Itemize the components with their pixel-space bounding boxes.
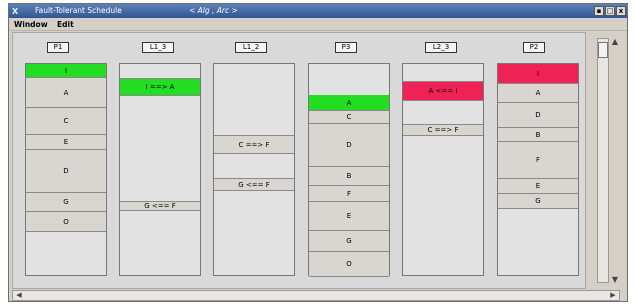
task-block-i[interactable]: I (498, 64, 578, 84)
column-label-l1-2: L1_2 (235, 42, 267, 53)
task-block-f[interactable]: F (498, 142, 578, 179)
scroll-down-icon[interactable]: ▼ (610, 274, 620, 286)
x-logo-icon: X (12, 7, 18, 16)
schedule-window: X Fault-Tolerant Schedule < Alg , Arc > … (8, 3, 628, 302)
task-block-e[interactable]: E (498, 179, 578, 194)
task-block-d[interactable]: D (309, 124, 389, 167)
task-block-c[interactable]: C (309, 111, 389, 124)
schedule-column-p3: A C D B F E G O (308, 63, 390, 277)
schedule-column-l2-3: A <== I C ==> F (402, 63, 484, 276)
comm-block-i-to-a[interactable]: I ==> A (120, 78, 200, 96)
horizontal-scrollbar[interactable]: ◀ ▶ (12, 290, 620, 301)
title-bar[interactable]: X Fault-Tolerant Schedule < Alg , Arc > … (9, 4, 627, 18)
scroll-up-icon[interactable]: ▲ (610, 36, 620, 48)
task-block-b[interactable]: B (498, 128, 578, 142)
maximize-icon[interactable]: □ (605, 6, 615, 16)
task-block-b[interactable]: B (309, 167, 389, 186)
column-label-p1: P1 (47, 42, 69, 53)
window-subtitle: < Alg , Arc > (189, 6, 238, 15)
vertical-scrollbar[interactable]: ▲ ▼ (591, 32, 621, 289)
task-block-o[interactable]: O (309, 252, 389, 277)
comm-block-c-to-f[interactable]: C ==> F (214, 135, 294, 154)
menu-bar: Window Edit (9, 18, 627, 31)
task-block-g[interactable]: G (309, 231, 389, 252)
task-block-g[interactable]: G (498, 194, 578, 209)
comm-block-c-to-f[interactable]: C ==> F (403, 124, 483, 136)
task-block-a[interactable]: A (498, 84, 578, 103)
column-label-p2: P2 (523, 42, 545, 53)
task-block-o[interactable]: O (26, 212, 106, 232)
menu-edit[interactable]: Edit (57, 20, 74, 29)
window-title: Fault-Tolerant Schedule (35, 6, 122, 15)
column-label-l2-3: L2_3 (425, 42, 457, 53)
schedule-column-p2: I A D B F E G (497, 63, 579, 276)
column-label-l1-3: L1_3 (142, 42, 174, 53)
task-block-i[interactable]: I (26, 64, 106, 78)
comm-block-g-from-f[interactable]: G <== F (120, 201, 200, 211)
schedule-canvas: P1 L1_3 L1_2 P3 L2_3 P2 I A C E D G O I … (12, 32, 586, 289)
scroll-left-icon[interactable]: ◀ (14, 291, 24, 300)
menu-window[interactable]: Window (14, 20, 48, 29)
vertical-scroll-track[interactable] (597, 38, 609, 283)
task-block-c[interactable]: C (26, 108, 106, 135)
task-block-g[interactable]: G (26, 193, 106, 212)
task-block-d[interactable]: D (26, 150, 106, 193)
task-block-a[interactable]: A (309, 95, 389, 111)
schedule-column-p1: I A C E D G O (25, 63, 107, 276)
task-block-e[interactable]: E (309, 202, 389, 231)
task-block-d[interactable]: D (498, 103, 578, 128)
task-block-f[interactable]: F (309, 186, 389, 202)
scroll-right-icon[interactable]: ▶ (608, 291, 618, 300)
comm-block-a-from-i[interactable]: A <== I (403, 81, 483, 101)
comm-block-g-from-f[interactable]: G <== F (214, 178, 294, 191)
schedule-column-l1-3: I ==> A G <== F (119, 63, 201, 276)
minimize-icon[interactable]: ▪ (594, 6, 604, 16)
schedule-column-l1-2: C ==> F G <== F (213, 63, 295, 276)
task-block-e[interactable]: E (26, 135, 106, 150)
close-icon[interactable]: x (616, 6, 626, 16)
column-label-p3: P3 (335, 42, 357, 53)
task-block-a[interactable]: A (26, 78, 106, 108)
vertical-scroll-thumb[interactable] (598, 42, 608, 58)
